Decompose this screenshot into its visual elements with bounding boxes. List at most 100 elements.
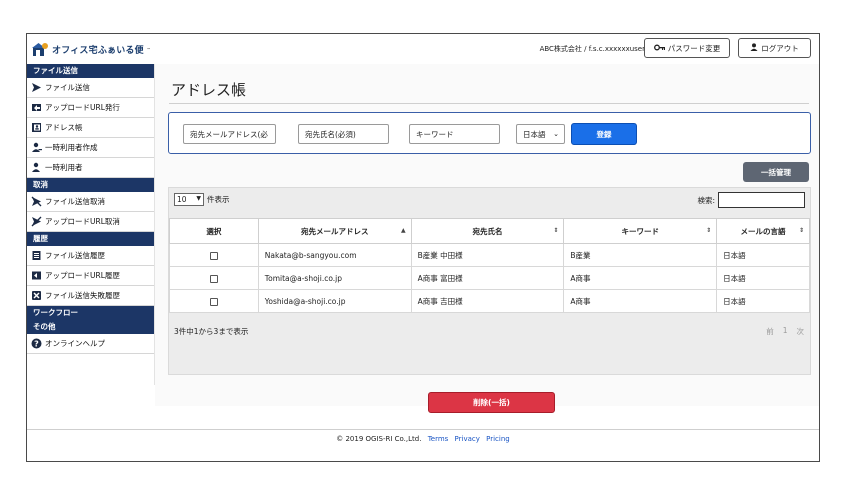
chevron-down-icon: ▼ xyxy=(196,195,201,202)
upload-url-icon xyxy=(31,102,42,113)
language-cell: 日本語 xyxy=(716,289,810,313)
register-button[interactable]: 登録 xyxy=(571,123,637,145)
company-user-label: ABC株式会社 / f.s.c.xxxxxxuser xyxy=(539,45,645,53)
column-header-name[interactable]: 宛先氏名 ⇕ xyxy=(410,218,565,244)
recipient-name-input[interactable]: 宛先氏名(必須) xyxy=(298,124,389,144)
footer: © 2019 OGIS-RI Co.,Ltd. Terms Privacy Pr… xyxy=(27,435,819,443)
table-row: Yoshida@a-shoji.co.jp A商事 吉田様 A商事 日本語 xyxy=(169,289,810,313)
send-cancel-icon xyxy=(31,196,42,207)
sidebar-item-label: アップロードURL発行 xyxy=(45,103,120,112)
page-number-button[interactable]: 1 xyxy=(783,326,788,337)
bulk-manage-button[interactable]: 一括管理 xyxy=(743,162,809,182)
upload-url-cancel-icon xyxy=(31,216,42,227)
history-icon xyxy=(31,250,42,261)
prev-page-button[interactable]: 前 xyxy=(766,326,774,337)
logout-button[interactable]: ログアウト xyxy=(738,38,811,58)
privacy-link[interactable]: Privacy xyxy=(455,435,480,443)
sidebar-section-history: 履歴 xyxy=(27,232,154,246)
keyword-input[interactable]: キーワード xyxy=(409,124,500,144)
page-length-control: 10 ▼ 件表示 xyxy=(174,193,230,206)
sidebar-item-upload-url[interactable]: アップロードURL発行 xyxy=(27,98,154,118)
chevron-down-icon: ⌄ xyxy=(553,130,559,138)
change-password-label: パスワード変更 xyxy=(667,43,721,53)
address-table: 選択 宛先メールアドレス ▲ 宛先氏名 ⇕ キーワード ⇕ メールの言語 ⇕ Nakat… xyxy=(169,218,810,313)
user-icon xyxy=(31,162,42,173)
language-cell: 日本語 xyxy=(716,266,810,290)
terms-link[interactable]: Terms xyxy=(428,435,449,443)
sort-icon: ⇕ xyxy=(553,227,559,234)
row-checkbox[interactable] xyxy=(209,251,218,260)
sidebar-item-label: アップロードURL取消 xyxy=(45,217,120,226)
footer-divider xyxy=(27,429,819,430)
address-table-card: 10 ▼ 件表示 検索: 選択 宛先メールアドレス ▲ 宛先氏名 ⇕ キーワード… xyxy=(168,187,811,375)
sidebar-item-failure-history[interactable]: ファイル送信失敗履歴 xyxy=(27,286,154,306)
column-header-keyword[interactable]: キーワード ⇕ xyxy=(563,218,718,244)
next-page-button[interactable]: 次 xyxy=(797,326,805,337)
keyword-cell: A商事 xyxy=(563,266,718,290)
search-label: 検索: xyxy=(697,195,715,205)
name-cell: A商事 吉田様 xyxy=(410,289,565,313)
table-header-row: 選択 宛先メールアドレス ▲ 宛先氏名 ⇕ キーワード ⇕ メールの言語 ⇕ xyxy=(169,218,810,244)
sidebar-item-create-temp-user[interactable]: 一時利用者作成 xyxy=(27,138,154,158)
sidebar-section-other: その他 xyxy=(27,320,154,334)
change-password-button[interactable]: パスワード変更 xyxy=(644,38,730,58)
sidebar-section-file-send: ファイル送信 xyxy=(27,64,154,78)
row-checkbox[interactable] xyxy=(209,274,218,283)
app-window: オフィス宅ふぁいる便 ™ ABC株式会社 / f.s.c.xxxxxxuser … xyxy=(26,33,820,462)
recipient-email-input[interactable]: 宛先メールアドレス(必 xyxy=(183,124,276,144)
sidebar-item-label: アドレス帳 xyxy=(45,123,83,132)
person-icon xyxy=(750,43,758,53)
address-book-icon xyxy=(31,122,42,133)
table-row: Nakata@b-sangyou.com B産業 中田様 B産業 日本語 xyxy=(169,243,810,267)
row-select-cell xyxy=(169,266,259,290)
page-title: アドレス帳 xyxy=(171,81,247,99)
sidebar-item-online-help[interactable]: ? オンラインヘルプ xyxy=(27,334,154,354)
page-length-suffix: 件表示 xyxy=(207,195,230,204)
name-cell: B産業 中田様 xyxy=(410,243,565,267)
bulk-delete-button[interactable]: 削除(一括) xyxy=(428,392,555,413)
sidebar-section-workflow[interactable]: ワークフロー xyxy=(27,306,154,320)
sidebar-item-temp-users[interactable]: 一時利用者 xyxy=(27,158,154,178)
keyword-cell: B産業 xyxy=(563,243,718,267)
sidebar-item-file-send[interactable]: ファイル送信 xyxy=(27,78,154,98)
sort-icon: ⇕ xyxy=(706,227,712,234)
table-search: 検索: xyxy=(697,192,805,208)
search-input[interactable] xyxy=(718,192,805,208)
sort-icon: ⇕ xyxy=(798,227,804,234)
sidebar-item-file-send-history[interactable]: ファイル送信履歴 xyxy=(27,246,154,266)
sidebar-item-label: ファイル送信取消 xyxy=(45,197,105,206)
sidebar-item-address-book[interactable]: アドレス帳 xyxy=(27,118,154,138)
sidebar-item-label: ファイル送信 xyxy=(45,83,90,92)
add-user-icon xyxy=(31,142,42,153)
pricing-link[interactable]: Pricing xyxy=(486,435,510,443)
page-length-select[interactable]: 10 ▼ xyxy=(174,193,204,206)
column-header-email[interactable]: 宛先メールアドレス ▲ xyxy=(257,218,412,244)
upload-history-icon xyxy=(31,270,42,281)
send-icon xyxy=(31,82,42,93)
language-cell: 日本語 xyxy=(716,243,810,267)
email-cell: Yoshida@a-shoji.co.jp xyxy=(257,289,412,313)
title-divider xyxy=(169,103,809,104)
sidebar: ファイル送信 ファイル送信 アップロードURL発行 アドレス帳 一時利用者作成 … xyxy=(27,64,155,385)
app-logo[interactable]: オフィス宅ふぁいる便 ™ xyxy=(32,40,151,58)
sidebar-item-label: 一時利用者作成 xyxy=(45,143,98,152)
column-header-select: 選択 xyxy=(169,218,259,244)
row-select-cell xyxy=(169,243,259,267)
column-header-language[interactable]: メールの言語 ⇕ xyxy=(716,218,810,244)
sidebar-item-file-send-cancel[interactable]: ファイル送信取消 xyxy=(27,192,154,212)
sidebar-item-upload-url-history[interactable]: アップロードURL履歴 xyxy=(27,266,154,286)
sidebar-item-upload-url-cancel[interactable]: アップロードURL取消 xyxy=(27,212,154,232)
failure-history-icon xyxy=(31,290,42,301)
row-checkbox[interactable] xyxy=(209,297,218,306)
logo-trademark: ™ xyxy=(146,46,151,52)
sidebar-item-label: 一時利用者 xyxy=(45,163,83,172)
language-select[interactable]: 日本語 ⌄ xyxy=(516,124,565,144)
pagination: 前 1 次 xyxy=(766,326,804,337)
sidebar-item-label: オンラインヘルプ xyxy=(45,339,105,348)
email-cell: Nakata@b-sangyou.com xyxy=(257,243,412,267)
table-row: Tomita@a-shoji.co.jp A商事 富田様 A商事 日本語 xyxy=(169,266,810,290)
top-header: オフィス宅ふぁいる便 ™ ABC株式会社 / f.s.c.xxxxxxuser … xyxy=(27,34,819,64)
name-cell: A商事 富田様 xyxy=(410,266,565,290)
help-icon: ? xyxy=(31,338,42,349)
keyword-cell: A商事 xyxy=(563,289,718,313)
